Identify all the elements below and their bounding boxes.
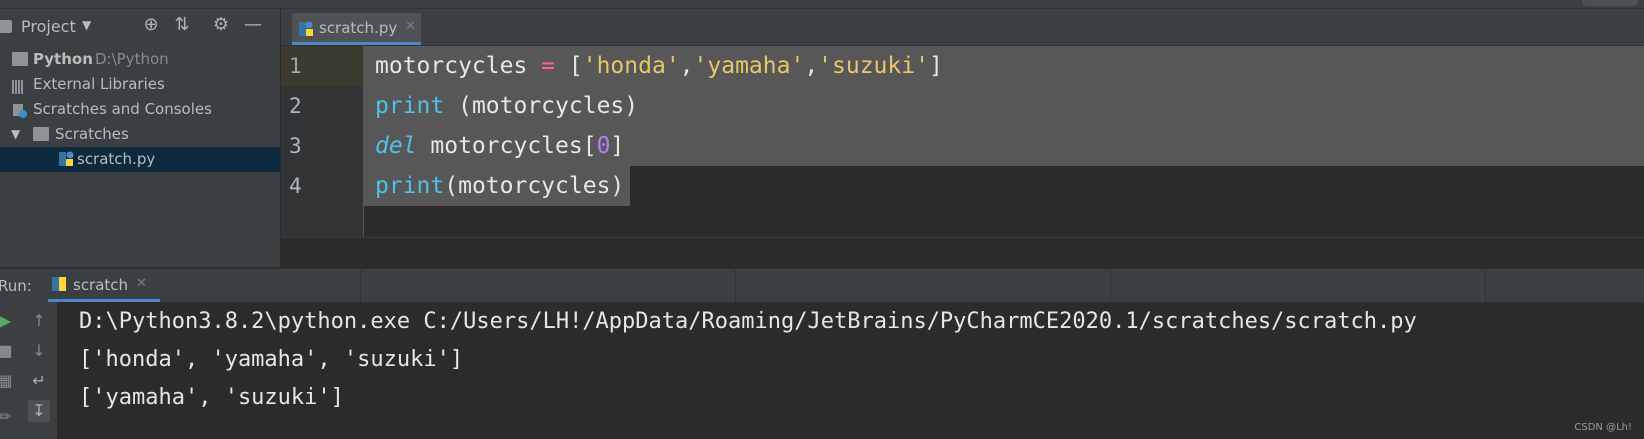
arrow-down-icon[interactable]: ↓ xyxy=(28,340,50,362)
collapse-icon[interactable]: ⇅ xyxy=(172,15,192,35)
code-token: 'suzuki' xyxy=(818,53,929,79)
line-number: 2 xyxy=(289,94,302,118)
tree-item-scratches-and-consoles[interactable]: Scratches and Consoles xyxy=(0,97,280,122)
watermark: CSDN @Lh! xyxy=(1574,422,1632,433)
line-number: 3 xyxy=(289,134,302,158)
stop-icon[interactable]: ■ xyxy=(0,340,16,362)
tree-item-scratch-py[interactable]: scratch.py xyxy=(0,147,280,172)
gear-icon[interactable]: ⚙ xyxy=(211,15,231,35)
code-token: [ xyxy=(555,53,583,79)
code-token: ] xyxy=(610,133,625,159)
python-file-icon xyxy=(58,151,75,168)
code-token: 0 xyxy=(596,133,611,159)
close-icon[interactable]: ✕ xyxy=(136,276,147,291)
library-icon xyxy=(12,77,28,94)
console-line: ['yamaha', 'suzuki'] xyxy=(79,385,344,410)
run-toolbar: ▶ ↑ ■ ↓ ↵ ▦ ↧ ✏ xyxy=(0,302,57,439)
scratches-icon xyxy=(12,102,28,118)
folder-icon xyxy=(33,127,49,141)
tree-item-external-libraries[interactable]: External Libraries xyxy=(0,72,280,97)
line-number-gutter: 1 2 3 4 xyxy=(281,46,364,237)
separator xyxy=(735,269,736,302)
code-token: = xyxy=(541,53,556,79)
arrow-up-icon[interactable]: ↑ xyxy=(28,310,50,332)
code-line: print(motorcycles) xyxy=(375,166,624,206)
run-icon[interactable]: ▶ xyxy=(0,310,16,332)
target-icon[interactable]: ⊕ xyxy=(141,15,161,35)
corner-widget[interactable] xyxy=(1582,0,1638,6)
layout-icon[interactable]: ▦ xyxy=(0,370,16,392)
code-line: del motorcycles[0] xyxy=(375,126,624,166)
project-panel: Project ▼ ⊕ ⇅ ⚙ — Python D:\Python Exter… xyxy=(0,9,281,267)
run-label: Run: xyxy=(0,277,32,295)
project-tree: Python D:\Python External Libraries Scra… xyxy=(0,47,280,172)
separator xyxy=(1485,269,1486,302)
tree-item-label: External Libraries xyxy=(33,75,165,93)
code-token: 'honda' xyxy=(582,53,680,79)
project-panel-header: Project ▼ ⊕ ⇅ ⚙ — xyxy=(0,9,280,41)
code-line: print (motorcycles) xyxy=(375,86,638,126)
tree-item-label: Python xyxy=(33,50,93,68)
tree-item-scratches[interactable]: ▼ Scratches xyxy=(0,122,280,147)
editor-tab-bar: scratch.py ✕ xyxy=(281,9,1644,46)
code-token: , xyxy=(679,53,694,79)
console-line: D:\Python3.8.2\python.exe C:/Users/LH!/A… xyxy=(79,309,1417,334)
tab-label: scratch.py xyxy=(319,19,398,37)
tree-item-label: scratch.py xyxy=(77,150,156,168)
code-editor[interactable]: motorcycles = ['honda','yamaha','suzuki'… xyxy=(364,46,1644,237)
tab-run-scratch[interactable]: scratch ✕ xyxy=(48,269,160,302)
tab-scratch-py[interactable]: scratch.py ✕ xyxy=(292,13,421,45)
run-console[interactable]: D:\Python3.8.2\python.exe C:/Users/LH!/A… xyxy=(57,302,1644,439)
expand-arrow-icon[interactable]: ▼ xyxy=(11,122,20,147)
code-token: (motorcycles) xyxy=(444,93,639,119)
code-token: 'yamaha' xyxy=(693,53,805,79)
code-token: print xyxy=(375,93,445,119)
wrap-icon[interactable]: ↵ xyxy=(28,370,50,392)
tree-item-path: D:\Python xyxy=(95,50,169,68)
chevron-down-icon[interactable]: ▼ xyxy=(82,18,91,32)
code-token: motorcycles xyxy=(375,53,542,79)
code-token: ] xyxy=(928,53,943,79)
close-icon[interactable]: ✕ xyxy=(405,19,416,34)
folder-icon xyxy=(0,20,12,33)
line-number: 1 xyxy=(281,46,363,86)
code-token: motorcycles[ xyxy=(416,133,597,159)
tab-label: scratch xyxy=(73,276,129,294)
separator xyxy=(360,269,361,302)
python-file-icon xyxy=(51,276,67,292)
console-line: ['honda', 'yamaha', 'suzuki'] xyxy=(79,347,464,372)
code-line: motorcycles = ['honda','yamaha','suzuki'… xyxy=(375,46,943,86)
code-token: del xyxy=(375,133,417,159)
code-token: , xyxy=(804,53,819,79)
pin-icon[interactable]: ✏ xyxy=(0,406,16,428)
run-panel-header: Run: scratch ✕ xyxy=(0,268,1644,302)
editor-bottom-area xyxy=(281,237,1644,267)
separator xyxy=(1110,269,1111,302)
code-token: print xyxy=(375,173,445,199)
line-number: 4 xyxy=(289,174,302,198)
python-file-icon xyxy=(298,21,314,37)
minimize-icon[interactable]: — xyxy=(243,15,263,35)
project-view-selector[interactable]: Project xyxy=(21,17,76,36)
tree-item-label: Scratches and Consoles xyxy=(33,100,212,118)
title-strip xyxy=(0,0,1644,9)
code-token: (motorcycles) xyxy=(444,173,625,199)
scroll-to-end-icon[interactable]: ↧ xyxy=(28,400,50,422)
tree-item-label: Scratches xyxy=(55,125,129,143)
tree-item-python[interactable]: Python D:\Python xyxy=(0,47,280,72)
folder-icon xyxy=(12,52,28,66)
